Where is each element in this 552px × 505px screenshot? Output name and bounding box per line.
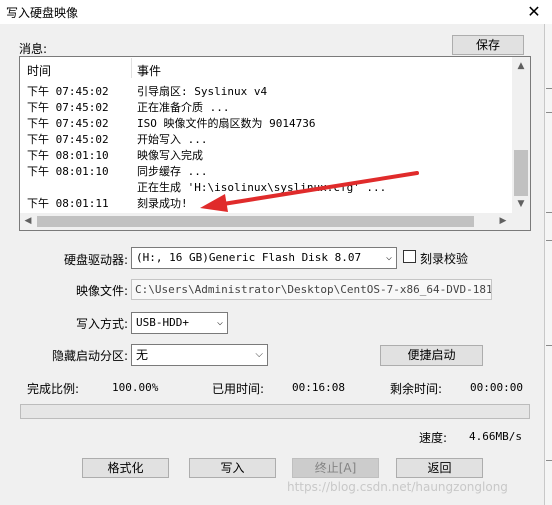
title-bar — [0, 0, 552, 24]
scroll-up-icon[interactable]: ▲ — [512, 58, 530, 74]
log-row-event: 引导扇区: Syslinux v4 — [137, 85, 268, 98]
hidden-partition-label: 隐藏启动分区: — [51, 349, 128, 363]
back-button[interactable]: 返回 — [396, 458, 483, 478]
log-row-time: 下午 07:45:02 — [27, 133, 109, 146]
log-row-event: 开始写入 ... — [137, 133, 208, 146]
remaining-label: 剩余时间: — [390, 382, 443, 396]
watermark: https://blog.csdn.net/haungzonglong — [287, 480, 508, 494]
background-window-edge — [544, 24, 552, 505]
background-window-line — [546, 88, 552, 89]
hidden-partition-value: 无 — [136, 348, 149, 362]
progress-fill — [21, 405, 529, 418]
scroll-left-icon[interactable]: ◀ — [20, 213, 36, 230]
speed-label: 速度: — [419, 431, 448, 445]
log-row-event: 刻录成功! — [137, 197, 188, 210]
log-row-time: 下午 08:01:11 — [27, 197, 109, 210]
image-file-field[interactable]: C:\Users\Administrator\Desktop\CentOS-7-… — [131, 279, 492, 300]
remaining-value: 00:00:00 — [470, 381, 523, 394]
window-title: 写入硬盘映像 — [6, 6, 79, 20]
chevron-down-icon: ⌵ — [216, 317, 223, 328]
drive-select[interactable]: (H:, 16 GB)Generic Flash Disk 8.07 ⌵ — [131, 247, 397, 269]
write-mode-label: 写入方式: — [75, 317, 128, 331]
scrollbar-corner — [512, 213, 530, 230]
log-row-time: 下午 07:45:02 — [27, 85, 109, 98]
chevron-down-icon: ⌵ — [255, 349, 263, 360]
drive-label: 硬盘驱动器: — [63, 253, 128, 267]
elapsed-label: 已用时间: — [212, 382, 265, 396]
log-row-time: 下午 08:01:10 — [27, 165, 109, 178]
drive-select-value: (H:, 16 GB)Generic Flash Disk 8.07 — [136, 251, 362, 264]
log-row-time: 下午 08:01:10 — [27, 149, 109, 162]
log-row-event: 映像写入完成 — [137, 149, 203, 162]
log-row-event: 正在准备介质 ... — [137, 101, 230, 114]
background-window-line — [546, 112, 552, 113]
column-separator — [131, 58, 132, 78]
complete-label: 完成比例: — [27, 382, 80, 396]
abort-button[interactable]: 终止[A] — [292, 458, 379, 478]
column-header-event[interactable]: 事件 — [137, 62, 161, 79]
hidden-partition-select[interactable]: 无 ⌵ — [131, 344, 268, 366]
background-window-line — [546, 212, 552, 213]
background-window-line — [546, 345, 552, 346]
scroll-down-icon[interactable]: ▼ — [512, 196, 530, 212]
speed-value: 4.66MB/s — [469, 430, 522, 443]
background-window-line — [546, 240, 552, 241]
progress-bar — [20, 404, 530, 419]
annotation-arrow-icon — [200, 171, 419, 212]
log-row-time: 下午 07:45:02 — [27, 101, 109, 114]
quick-boot-button[interactable]: 便捷启动 — [380, 345, 483, 366]
chevron-down-icon: ⌵ — [385, 252, 392, 263]
write-mode-value: USB-HDD+ — [136, 316, 189, 329]
verify-label[interactable]: 刻录校验 — [420, 250, 468, 267]
background-window-line — [546, 460, 552, 461]
column-header-time[interactable]: 时间 — [27, 62, 51, 79]
save-button[interactable]: 保存 — [452, 35, 524, 55]
image-file-label: 映像文件: — [75, 284, 128, 298]
scroll-right-icon[interactable]: ▶ — [495, 213, 511, 230]
log-row-time: 下午 07:45:02 — [27, 117, 109, 130]
elapsed-value: 00:16:08 — [292, 381, 345, 394]
messages-label: 消息: — [19, 42, 48, 56]
vertical-scroll-thumb[interactable] — [514, 150, 528, 196]
log-row-event: ISO 映像文件的扇区数为 9014736 — [137, 117, 316, 130]
write-mode-select[interactable]: USB-HDD+ ⌵ — [131, 312, 228, 334]
close-icon[interactable]: ✕ — [524, 2, 544, 22]
write-button[interactable]: 写入 — [189, 458, 276, 478]
horizontal-scroll-thumb[interactable] — [37, 216, 474, 227]
format-button[interactable]: 格式化 — [82, 458, 169, 478]
verify-checkbox[interactable] — [403, 250, 416, 263]
complete-value: 100.00% — [112, 381, 159, 394]
